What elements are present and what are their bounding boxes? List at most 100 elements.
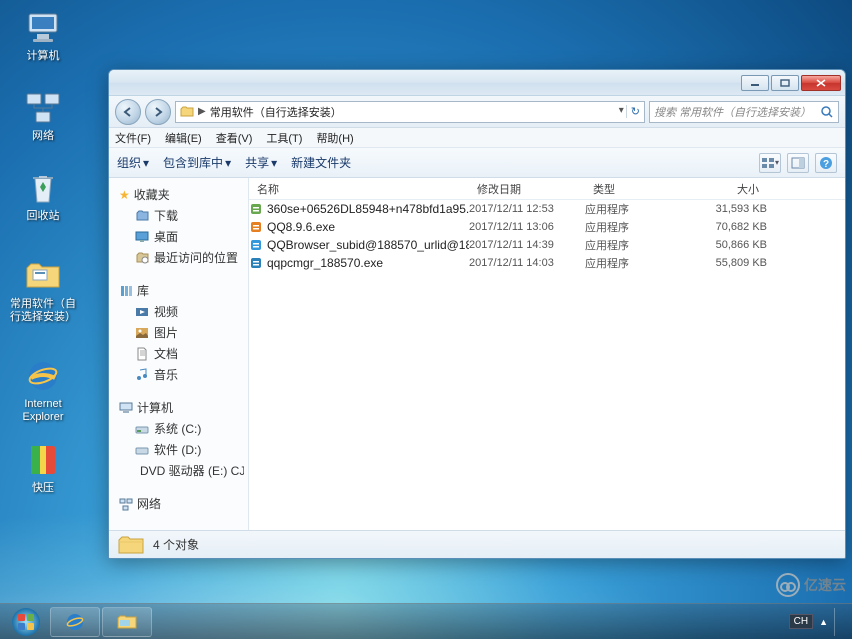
chevron-down-icon: ▾ — [143, 156, 149, 170]
network-small-icon — [119, 497, 133, 511]
file-row[interactable]: 360se+06526DL85948+n478bfd1a95...2017/12… — [249, 200, 845, 218]
computer-small-icon — [119, 401, 133, 415]
col-type[interactable]: 类型 — [585, 181, 687, 197]
star-icon: ★ — [119, 188, 130, 202]
desktop-icon — [135, 230, 149, 244]
file-date: 2017/12/11 14:39 — [469, 239, 585, 251]
back-button[interactable] — [115, 99, 141, 125]
col-name[interactable]: 名称 — [249, 181, 469, 197]
view-mode-button[interactable]: ▾ — [759, 153, 781, 173]
sidebar-item-videos[interactable]: 视频 — [113, 301, 244, 322]
language-indicator[interactable]: CH — [789, 614, 813, 629]
library-icon — [119, 284, 133, 298]
col-date[interactable]: 修改日期 — [469, 181, 585, 197]
close-button[interactable] — [801, 75, 841, 91]
sidebar-item-drive-d[interactable]: 软件 (D:) — [113, 439, 244, 460]
desktop-label: 回收站 — [27, 210, 60, 223]
exe-icon — [249, 202, 263, 216]
toolbar-include[interactable]: 包含到库中▾ — [163, 154, 231, 171]
sidebar-item-downloads[interactable]: 下载 — [113, 205, 244, 226]
exe-icon — [249, 220, 263, 234]
file-list: 名称 修改日期 类型 大小 360se+06526DL85948+n478bfd… — [249, 178, 845, 530]
menu-file[interactable]: 文件(F) — [115, 130, 151, 146]
tray-chevron-icon[interactable]: ▲ — [819, 617, 828, 627]
sidebar-computer[interactable]: 计算机 — [113, 397, 244, 418]
folder-small-icon — [180, 105, 194, 119]
recent-icon — [135, 251, 149, 265]
statusbar: 4 个对象 — [109, 530, 845, 558]
toolbar-share[interactable]: 共享▾ — [245, 154, 277, 171]
taskbar-ie[interactable] — [50, 607, 100, 637]
show-desktop-button[interactable] — [834, 608, 844, 636]
file-size: 50,866 KB — [687, 239, 767, 251]
menu-view[interactable]: 查看(V) — [216, 130, 253, 146]
menubar: 文件(F) 编辑(E) 查看(V) 工具(T) 帮助(H) — [109, 128, 845, 148]
menu-tools[interactable]: 工具(T) — [266, 130, 302, 146]
help-button[interactable]: ? — [815, 153, 837, 173]
music-icon — [135, 368, 149, 382]
desktop-icon-network[interactable]: 网络 — [8, 88, 78, 143]
forward-button[interactable] — [145, 99, 171, 125]
file-row[interactable]: qqpcmgr_188570.exe2017/12/11 14:03应用程序55… — [249, 254, 845, 272]
sidebar-item-recent[interactable]: 最近访问的位置 — [113, 247, 244, 268]
address-bar[interactable]: ▶ 常用软件（自行选择安装） ▾ ↻ — [175, 101, 645, 123]
toolbar-organize[interactable]: 组织▾ — [117, 154, 149, 171]
desktop-icon-computer[interactable]: 计算机 — [8, 8, 78, 63]
desktop-icon-ie[interactable]: Internet Explorer — [8, 356, 78, 424]
sidebar-item-dvd[interactable]: DVD 驱动器 (E:) CJ. — [113, 460, 244, 481]
file-row[interactable]: QQ8.9.6.exe2017/12/11 13:06应用程序70,682 KB — [249, 218, 845, 236]
sidebar-item-documents[interactable]: 文档 — [113, 343, 244, 364]
sidebar-item-desktop[interactable]: 桌面 — [113, 226, 244, 247]
arrow-right-icon — [152, 106, 164, 118]
toolbar-newfolder[interactable]: 新建文件夹 — [291, 154, 351, 171]
watermark: 亿速云 — [776, 573, 846, 597]
maximize-button[interactable] — [771, 75, 799, 91]
sidebar-item-music[interactable]: 音乐 — [113, 364, 244, 385]
desktop-icon-kuaiya[interactable]: 快压 — [8, 440, 78, 495]
file-name: 360se+06526DL85948+n478bfd1a95... — [267, 202, 469, 216]
computer-icon — [23, 8, 63, 48]
minimize-icon — [750, 79, 760, 87]
toolbar: 组织▾ 包含到库中▾ 共享▾ 新建文件夹 ▾ ? — [109, 148, 845, 178]
maximize-icon — [780, 79, 790, 87]
menu-edit[interactable]: 编辑(E) — [165, 130, 202, 146]
search-input[interactable]: 搜索 常用软件（自行选择安装） — [649, 101, 839, 123]
recycle-icon — [23, 168, 63, 208]
file-size: 55,809 KB — [687, 257, 767, 269]
titlebar[interactable] — [109, 70, 845, 96]
file-type: 应用程序 — [585, 255, 687, 271]
explorer-window: ▶ 常用软件（自行选择安装） ▾ ↻ 搜索 常用软件（自行选择安装） 文件(F)… — [108, 69, 846, 559]
sidebar-item-pictures[interactable]: 图片 — [113, 322, 244, 343]
sidebar-favorites[interactable]: ★收藏夹 — [113, 184, 244, 205]
desktop-icon-appfolder[interactable]: 常用软件（自行选择安装） — [8, 256, 78, 324]
start-button[interactable] — [4, 606, 48, 638]
file-name: qqpcmgr_188570.exe — [267, 256, 383, 270]
taskbar: CH ▲ — [0, 603, 852, 639]
folder-icon — [116, 613, 138, 631]
minimize-button[interactable] — [741, 75, 769, 91]
watermark-icon — [776, 573, 800, 597]
exe-icon — [249, 256, 263, 270]
sidebar-item-drive-c[interactable]: 系统 (C:) — [113, 418, 244, 439]
ie-icon — [23, 356, 63, 396]
preview-pane-button[interactable] — [787, 153, 809, 173]
sidebar-libraries[interactable]: 库 — [113, 280, 244, 301]
sidebar: ★收藏夹 下载 桌面 最近访问的位置 库 视频 图片 文档 音乐 计算机 系统 … — [109, 178, 249, 530]
breadcrumb-sep: ▶ — [198, 106, 206, 117]
col-size[interactable]: 大小 — [687, 181, 767, 197]
status-text: 4 个对象 — [153, 536, 199, 553]
desktop-label: 计算机 — [27, 50, 60, 63]
sidebar-network[interactable]: 网络 — [113, 493, 244, 514]
chevron-down-icon[interactable]: ▾ — [619, 105, 624, 118]
file-row[interactable]: QQBrowser_subid@188570_urlid@18...2017/1… — [249, 236, 845, 254]
search-icon — [820, 105, 834, 119]
navbar: ▶ 常用软件（自行选择安装） ▾ ↻ 搜索 常用软件（自行选择安装） — [109, 96, 845, 128]
taskbar-explorer[interactable] — [102, 607, 152, 637]
folder-large-icon — [117, 534, 145, 556]
refresh-button[interactable]: ↻ — [626, 105, 640, 118]
breadcrumb-current: 常用软件（自行选择安装） — [210, 104, 342, 120]
folder-icon — [23, 256, 63, 296]
desktop-icon-recycle[interactable]: 回收站 — [8, 168, 78, 223]
search-placeholder: 搜索 常用软件（自行选择安装） — [654, 104, 820, 120]
menu-help[interactable]: 帮助(H) — [316, 130, 353, 146]
